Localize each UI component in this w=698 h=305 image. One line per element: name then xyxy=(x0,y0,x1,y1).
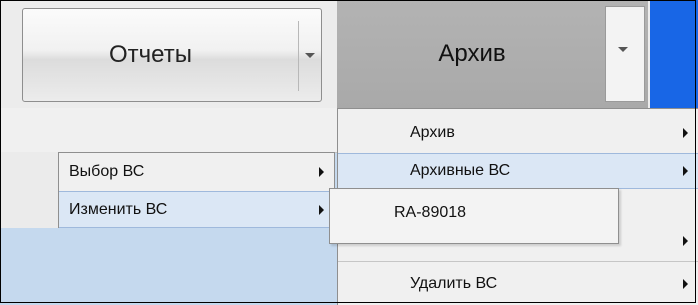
window-frame xyxy=(0,0,696,303)
